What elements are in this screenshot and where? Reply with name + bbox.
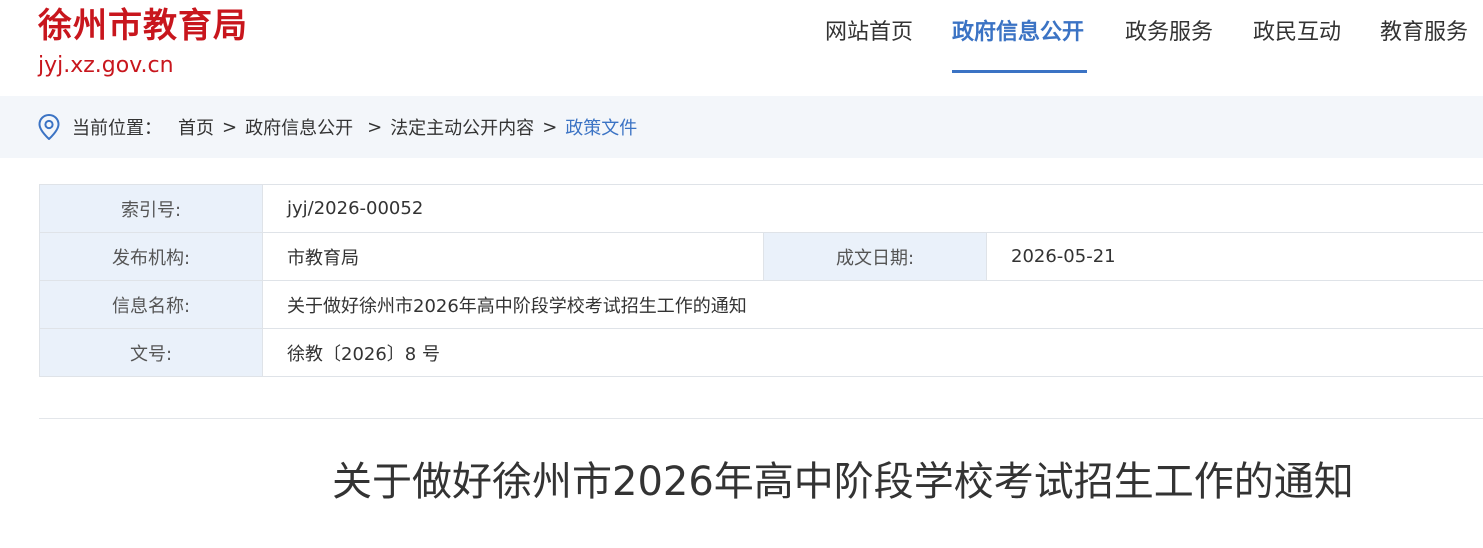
table-row: 发布机构: 市教育局 成文日期: 2026-05-21 [39,232,1483,281]
breadcrumb-separator: > [367,116,383,138]
nav-item-gov-info[interactable]: 政府信息公开 [952,18,1084,48]
site-header: 徐州市教育局 jyj.xz.gov.cn 网站首页 政府信息公开 政务服务 政民… [0,0,1483,96]
index-number-label: 索引号: [39,184,263,233]
page: 徐州市教育局 jyj.xz.gov.cn 网站首页 政府信息公开 政务服务 政民… [0,0,1483,548]
date-label: 成文日期: [763,232,987,281]
info-name-label: 信息名称: [39,280,263,329]
divider [39,418,1483,419]
table-row: 文号: 徐教〔2026〕8 号 [39,328,1483,377]
document-title: 关于做好徐州市2026年高中阶段学校考试招生工作的通知 [332,459,1354,505]
location-pin-icon [38,113,60,141]
breadcrumb-item-statutory[interactable]: 法定主动公开内容 [390,114,534,140]
table-row: 索引号: jyj/2026-00052 [39,184,1483,233]
info-name-value: 关于做好徐州市2026年高中阶段学校考试招生工作的通知 [262,280,1483,329]
nav-active-indicator [952,70,1087,73]
main-nav: 网站首页 政府信息公开 政务服务 政民互动 教育服务 [0,0,1483,96]
breadcrumb: 当前位置： 首页 > 政府信息公开 > 法定主动公开内容 > 政策文件 [38,96,637,158]
breadcrumb-separator: > [542,116,558,138]
index-number-value: jyj/2026-00052 [262,184,1483,233]
nav-item-home[interactable]: 网站首页 [825,18,913,48]
document-info-table: 索引号: jyj/2026-00052 发布机构: 市教育局 成文日期: 202… [39,184,1483,377]
nav-item-interaction[interactable]: 政民互动 [1253,18,1341,48]
date-value: 2026-05-21 [986,232,1483,281]
breadcrumb-item-gov-info[interactable]: 政府信息公开 [245,114,353,140]
publisher-value: 市教育局 [262,232,764,281]
breadcrumb-bar: 当前位置： 首页 > 政府信息公开 > 法定主动公开内容 > 政策文件 [0,96,1483,158]
breadcrumb-label: 当前位置： [72,118,162,139]
nav-item-gov-services[interactable]: 政务服务 [1125,18,1213,48]
publisher-label: 发布机构: [39,232,263,281]
breadcrumb-item-home[interactable]: 首页 [178,114,214,140]
document-number-label: 文号: [39,328,263,377]
breadcrumb-separator: > [222,116,238,138]
document-number-value: 徐教〔2026〕8 号 [262,328,1483,377]
breadcrumb-current[interactable]: 政策文件 [565,114,637,140]
nav-item-edu-services[interactable]: 教育服务 [1380,18,1468,48]
table-row: 信息名称: 关于做好徐州市2026年高中阶段学校考试招生工作的通知 [39,280,1483,329]
